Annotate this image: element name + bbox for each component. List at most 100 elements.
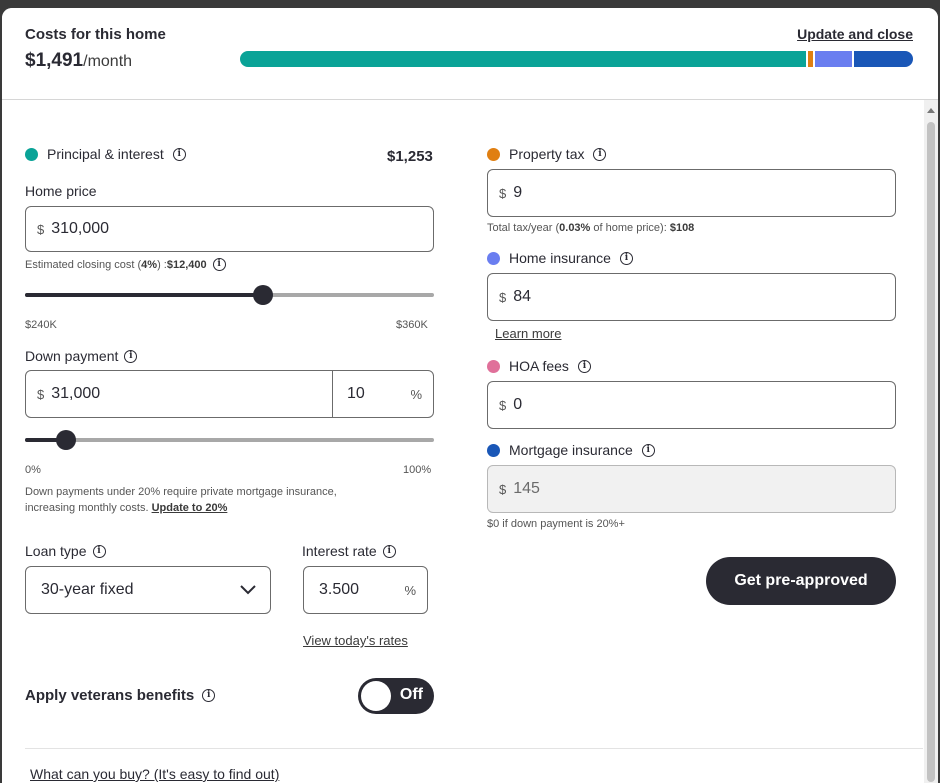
down-payment-percent-input[interactable]: 10 % (333, 371, 433, 417)
bar-segment-mortgage-insurance (852, 51, 913, 67)
loan-type-heading: Loan type i (25, 543, 106, 559)
mortgage-insurance-value: 145 (513, 480, 540, 497)
currency-symbol: $ (499, 481, 507, 497)
header-title: Costs for this home (25, 26, 166, 43)
costs-modal: Costs for this home $1,491/month Update … (2, 8, 938, 783)
property-tax-note: Total tax/year (0.03% of home price): $1… (487, 222, 694, 234)
modal-body: Principal & interest i $1,253 Home price… (2, 100, 924, 783)
info-icon[interactable]: i (577, 359, 591, 373)
what-can-you-buy-link[interactable]: What can you buy? (It's easy to find out… (30, 766, 279, 782)
slider-max-label: 100% (403, 464, 432, 476)
info-icon[interactable]: i (124, 349, 138, 363)
hoa-input[interactable]: $ 0 (487, 381, 896, 429)
property-tax-dot (487, 147, 500, 161)
view-todays-rates-link[interactable]: View today's rates (303, 633, 408, 648)
slider-track (25, 438, 434, 442)
currency-symbol: $ (37, 386, 45, 402)
closing-mid: ) : (157, 258, 167, 271)
interest-rate-value: 3.500 (319, 581, 360, 598)
property-tax-value: 9 (513, 184, 523, 201)
property-tax-label: Property tax (509, 146, 585, 162)
toggle-state-label: Off (399, 686, 423, 703)
divider (25, 748, 923, 749)
hoa-heading: HOA fees i (487, 358, 591, 374)
currency-symbol: $ (499, 185, 507, 201)
closing-prefix: Estimated closing cost ( (25, 258, 142, 271)
bar-segment-property-tax (805, 51, 813, 67)
closing-pct: 4% (141, 258, 158, 271)
loan-type-label: Loan type (25, 543, 87, 559)
slider-min-label: 0% (25, 464, 41, 476)
bar-segment-principal (240, 51, 806, 67)
scroll-up-arrow-icon[interactable] (927, 108, 935, 113)
down-payment-percent: 10 (347, 385, 365, 402)
closing-cost-note: Estimated closing cost (4%) : $12,400 i (25, 258, 226, 271)
tax-note-prefix: Total tax/year ( (487, 222, 560, 234)
mortgage-insurance-input: $ 145 (487, 465, 896, 513)
chevron-down-icon (240, 585, 256, 595)
home-price-label: Home price (25, 183, 97, 199)
down-payment-slider[interactable] (25, 430, 434, 450)
loan-type-selected: 30-year fixed (41, 581, 134, 598)
update-to-20-link[interactable]: Update to 20% (152, 502, 228, 514)
info-icon[interactable]: i (619, 251, 633, 265)
tax-note-value: $108 (669, 222, 695, 234)
info-icon[interactable]: i (593, 147, 607, 161)
get-pre-approved-button[interactable]: Get pre-approved (706, 557, 896, 605)
home-insurance-dot (487, 251, 500, 265)
loan-type-select[interactable]: 30-year fixed (25, 566, 271, 614)
veterans-heading: Apply veterans benefits i (25, 687, 216, 704)
percent-sign: % (410, 386, 422, 402)
info-icon[interactable]: i (202, 689, 216, 702)
monthly-cost: $1,491/month (25, 50, 132, 72)
veterans-toggle[interactable]: Off (358, 678, 434, 714)
slider-min-label: $240K (25, 319, 57, 331)
home-insurance-input[interactable]: $ 84 (487, 273, 896, 321)
cost-breakdown-bar (240, 51, 913, 67)
down-payment-amount-input[interactable]: $ 31,000 (26, 371, 333, 417)
principal-label: Principal & interest (47, 146, 164, 162)
hoa-dot (487, 359, 500, 373)
pmi-note-line2: increasing monthly costs. (25, 502, 149, 514)
home-insurance-value: 84 (513, 288, 532, 305)
mortgage-insurance-heading: Mortgage insurance i (487, 442, 655, 458)
learn-more-link[interactable]: Learn more (495, 326, 561, 341)
update-and-close-link[interactable]: Update and close (797, 26, 913, 42)
home-insurance-heading: Home insurance i (487, 250, 633, 266)
bar-segment-home-insurance (812, 51, 853, 67)
home-price-input[interactable]: $ 310,000 (25, 206, 434, 252)
pmi-note: Down payments under 20% require private … (25, 484, 425, 516)
info-icon[interactable]: i (92, 544, 106, 558)
slider-fill (25, 293, 264, 297)
toggle-knob (361, 681, 391, 711)
info-icon[interactable]: i (172, 147, 186, 161)
currency-symbol: $ (37, 221, 45, 237)
per-month-label: /month (83, 53, 133, 70)
principal-interest-heading: Principal & interest i (25, 146, 186, 162)
property-tax-heading: Property tax i (487, 146, 607, 162)
interest-rate-label: Interest rate (302, 543, 377, 559)
home-price-slider[interactable] (25, 285, 434, 305)
down-payment-value: 31,000 (51, 385, 101, 402)
info-icon[interactable]: i (212, 258, 226, 271)
mortgage-insurance-label: Mortgage insurance (509, 442, 633, 458)
down-payment-label: Down payment (25, 348, 119, 364)
monthly-amount: $1,491 (25, 50, 84, 71)
slider-thumb[interactable] (253, 285, 274, 305)
mortgage-insurance-dot (487, 443, 500, 457)
down-payment-input-group: $ 31,000 10 % (25, 370, 434, 418)
currency-symbol: $ (499, 289, 507, 305)
scrollbar-thumb[interactable] (927, 122, 935, 782)
info-icon[interactable]: i (641, 443, 655, 457)
veterans-label: Apply veterans benefits (25, 687, 195, 704)
home-insurance-label: Home insurance (509, 250, 611, 266)
interest-rate-input[interactable]: 3.500 % (303, 566, 428, 614)
vertical-scrollbar[interactable] (924, 100, 938, 783)
tax-note-pct: 0.03% (559, 222, 591, 234)
pmi-note-line2-wrap: increasing monthly costs. Update to 20% (25, 500, 425, 516)
slider-thumb[interactable] (55, 430, 76, 450)
property-tax-input[interactable]: $ 9 (487, 169, 896, 217)
info-icon[interactable]: i (382, 544, 396, 558)
mortgage-insurance-note: $0 if down payment is 20%+ (487, 518, 625, 530)
modal-header: Costs for this home $1,491/month Update … (2, 8, 938, 100)
